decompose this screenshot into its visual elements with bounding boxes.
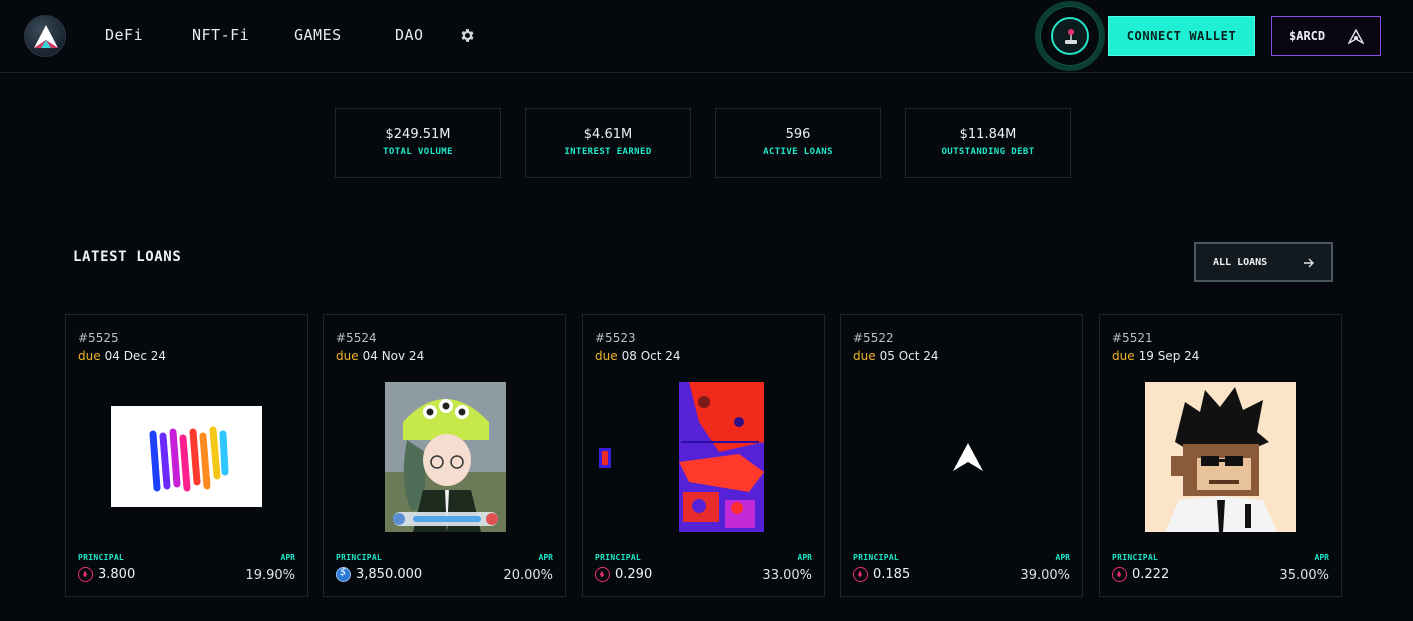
principal-amount: 0.222 (1112, 567, 1169, 582)
stat-label: ACTIVE LOANS (763, 147, 833, 157)
loan-id: #5521 (1112, 331, 1153, 345)
all-loans-button[interactable]: ALL LOANS (1194, 242, 1333, 282)
loan-id: #5522 (853, 331, 894, 345)
stat-interest-earned: $4.61M INTEREST EARNED (525, 108, 691, 178)
apr-label: APR (538, 553, 553, 562)
eth-icon (853, 567, 868, 582)
loan-card-5524[interactable]: #5524 due04 Nov 24 PRINCIPAL APR 3,850.0… (323, 314, 566, 597)
arcade-placeholder-icon (953, 443, 983, 471)
principal-amount: 3.800 (78, 567, 135, 582)
principal-value: 0.222 (1132, 567, 1170, 582)
due-label: due (595, 349, 618, 363)
nft-image-pixel-monkey (1145, 382, 1296, 532)
apr-value: 33.00% (762, 568, 812, 583)
loan-id: #5525 (78, 331, 119, 345)
principal-amount: 0.185 (853, 567, 910, 582)
apr-label: APR (1055, 553, 1070, 562)
principal-value: 0.185 (873, 567, 911, 582)
principal-value: 3.800 (98, 567, 136, 582)
principal-amount: 3,850.000 (336, 567, 422, 582)
due-label: due (336, 349, 359, 363)
arcd-token-label: $ARCD (1289, 29, 1326, 43)
due-date-value: 05 Oct 24 (879, 349, 939, 363)
apr-label: APR (1314, 553, 1329, 562)
profile-button[interactable] (1051, 17, 1089, 55)
loan-id: #5524 (336, 331, 377, 345)
stat-label: OUTSTANDING DEBT (941, 147, 1035, 157)
arrow-right-icon (1304, 258, 1314, 268)
latest-loans-heading: LATEST LOANS (73, 249, 182, 265)
principal-value: 0.290 (615, 567, 653, 582)
due-date-value: 08 Oct 24 (621, 349, 681, 363)
loan-due-date: due 08 Oct 24 (595, 349, 681, 363)
principal-label: PRINCIPAL (853, 553, 900, 562)
loan-due-date: due 04 Dec 24 (78, 349, 166, 363)
nav-defi[interactable]: DeFi (105, 26, 143, 44)
stat-label: INTEREST EARNED (564, 147, 652, 157)
eth-icon (1112, 567, 1127, 582)
apr-label: APR (797, 553, 812, 562)
due-date-value: 19 Sep 24 (1138, 349, 1200, 363)
nav-games[interactable]: GAMES (294, 26, 342, 44)
loan-due-date: due 04 Nov 24 (336, 349, 424, 363)
loan-card-5522[interactable]: #5522 due 05 Oct 24 PRINCIPAL APR 0.185 3… (840, 314, 1083, 597)
stat-value: $11.84M (959, 127, 1017, 142)
stat-outstanding-debt: $11.84M OUTSTANDING DEBT (905, 108, 1071, 178)
stat-value: 596 (785, 127, 811, 142)
nav-nft-fi[interactable]: NFT-Fi (192, 26, 249, 44)
stat-value: $249.51M (385, 127, 451, 142)
due-date-value: 04 Nov 24 (362, 349, 425, 363)
top-nav-bar: DeFi NFT-Fi GAMES DAO CONNECT WALLET $AR… (0, 0, 1413, 73)
principal-label: PRINCIPAL (78, 553, 125, 562)
eth-icon (595, 567, 610, 582)
loan-due-date: due 05 Oct 24 (853, 349, 939, 363)
stat-label: TOTAL VOLUME (383, 147, 453, 157)
due-date-value: 04 Dec 24 (104, 349, 166, 363)
arcade-logo[interactable] (24, 15, 66, 57)
principal-amount: 0.290 (595, 567, 652, 582)
due-label: due (78, 349, 101, 363)
apr-value: 19.90% (245, 568, 295, 583)
loan-card-5525[interactable]: #5525 due 04 Dec 24 PRINCIPAL APR 3.800 1… (65, 314, 308, 597)
apr-value: 35.00% (1279, 568, 1329, 583)
loan-card-5523[interactable]: #5523 due 08 Oct 24 PRINCIPAL APR 0.290 3… (582, 314, 825, 597)
nav-dao[interactable]: DAO (395, 26, 424, 44)
arcd-token-icon (1348, 29, 1364, 45)
principal-label: PRINCIPAL (595, 553, 642, 562)
nft-image-glitch-art (679, 382, 764, 532)
apr-label: APR (280, 553, 295, 562)
loan-due-date: due 19 Sep 24 (1112, 349, 1199, 363)
loan-card-5521[interactable]: #5521 due 19 Sep 24 PRINCIPAL APR 0.222 3… (1099, 314, 1342, 597)
principal-label: PRINCIPAL (1112, 553, 1159, 562)
nft-image-alien-hat-character (385, 382, 506, 532)
nft-image-wavy-lines (111, 406, 262, 507)
usdc-icon (336, 567, 351, 582)
all-loans-label: ALL LOANS (1213, 256, 1268, 268)
principal-value: 3,850.000 (356, 567, 423, 582)
loan-id: #5523 (595, 331, 636, 345)
arcd-token-button[interactable]: $ARCD (1271, 16, 1381, 56)
stat-total-volume: $249.51M TOTAL VOLUME (335, 108, 501, 178)
eth-icon (78, 567, 93, 582)
due-label: due (1112, 349, 1135, 363)
principal-label: PRINCIPAL (336, 553, 383, 562)
apr-value: 39.00% (1020, 568, 1070, 583)
joystick-icon (1065, 29, 1077, 44)
stat-value: $4.61M (583, 127, 633, 142)
arcade-logo-icon (34, 25, 58, 48)
nft-thumbnail-small (599, 448, 611, 468)
apr-value: 20.00% (503, 568, 553, 583)
connect-wallet-button[interactable]: CONNECT WALLET (1108, 16, 1255, 56)
due-label: due (853, 349, 876, 363)
stat-active-loans: 596 ACTIVE LOANS (715, 108, 881, 178)
gear-icon[interactable] (459, 27, 476, 44)
